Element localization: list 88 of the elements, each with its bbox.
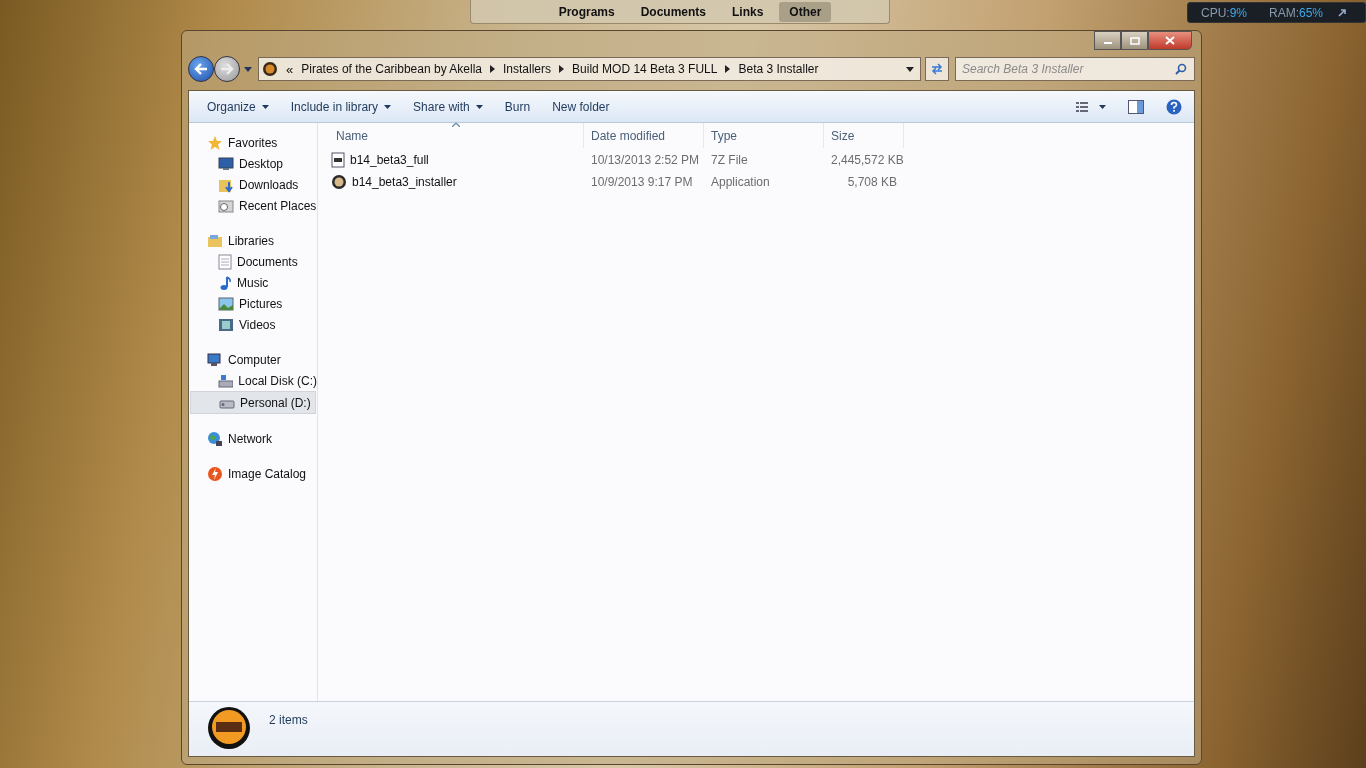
toolbar-button[interactable]: Burn bbox=[494, 95, 541, 118]
archive-file-icon bbox=[331, 151, 345, 168]
dock-tab[interactable]: Documents bbox=[630, 1, 716, 22]
column-header[interactable]: Date modified bbox=[584, 123, 704, 148]
nav-item[interactable]: Videos bbox=[190, 314, 317, 335]
sort-caret-icon bbox=[452, 123, 460, 127]
nav-group[interactable]: Network bbox=[189, 428, 317, 449]
column-header[interactable]: Type bbox=[704, 123, 824, 148]
toolbar-button[interactable]: Organize bbox=[197, 95, 279, 118]
breadcrumb[interactable]: Installers bbox=[503, 62, 552, 76]
dropdown-caret-icon[interactable] bbox=[906, 66, 914, 72]
help-icon bbox=[1166, 98, 1182, 115]
nav-group[interactable]: Computer bbox=[189, 349, 317, 370]
monitor-icon bbox=[218, 156, 234, 171]
breadcrumb[interactable]: Build MOD 14 Beta 3 FULL bbox=[572, 62, 718, 76]
toolbar-button[interactable]: New folder bbox=[542, 95, 620, 118]
table-cell-text: 5,708 KB bbox=[846, 174, 898, 189]
separator-arrow-icon[interactable] bbox=[559, 65, 565, 73]
search-icon[interactable] bbox=[1175, 63, 1187, 75]
ram-value: 65% bbox=[1299, 5, 1324, 20]
back-button[interactable] bbox=[188, 56, 214, 82]
forward-arrow-icon bbox=[220, 63, 234, 75]
music-note-icon bbox=[218, 274, 232, 291]
table-cell-text: 10/9/2013 9:17 PM bbox=[590, 174, 694, 189]
toolbar-button[interactable]: Share with bbox=[403, 95, 493, 118]
nav-item[interactable]: Music bbox=[190, 272, 317, 293]
column-header[interactable]: Name bbox=[329, 123, 584, 148]
separator-arrow-icon[interactable] bbox=[725, 65, 731, 73]
folder-logo-icon bbox=[262, 61, 278, 77]
expand-arrow-icon[interactable] bbox=[1337, 7, 1348, 18]
address-bar[interactable]: « Pirates of the Caribbean by Akella Installers Build MOD 14 Beta 3 FULL Beta 3 Installer bbox=[258, 57, 921, 81]
back-arrow-icon bbox=[194, 63, 208, 75]
maximize-button[interactable] bbox=[1121, 31, 1148, 50]
round-app-icon bbox=[331, 173, 347, 190]
minimize-button[interactable] bbox=[1094, 31, 1121, 50]
film-icon bbox=[218, 317, 234, 332]
dock-tab[interactable]: Links bbox=[722, 1, 774, 22]
close-icon bbox=[1165, 36, 1175, 45]
nav-group[interactable]: Favorites bbox=[189, 132, 317, 153]
breadcrumb[interactable]: Pirates of the Caribbean by Akella bbox=[301, 62, 482, 76]
computer-icon bbox=[207, 352, 223, 367]
document-icon bbox=[218, 253, 232, 270]
forward-button[interactable] bbox=[214, 56, 240, 82]
refresh-button[interactable] bbox=[925, 57, 949, 81]
nav-item[interactable]: Local Disk (C:) bbox=[190, 370, 317, 391]
view-list-icon bbox=[1076, 100, 1106, 113]
star-icon bbox=[207, 134, 223, 151]
column-header[interactable]: Size bbox=[824, 123, 904, 148]
file-name[interactable]: b14_beta3_full bbox=[329, 151, 584, 168]
picture-icon bbox=[218, 296, 234, 311]
breadcrumb[interactable]: Beta 3 Installer bbox=[738, 62, 819, 76]
maximize-icon bbox=[1129, 36, 1140, 45]
nav-item[interactable]: Documents bbox=[190, 251, 317, 272]
caret-icon bbox=[384, 104, 392, 109]
item-count: 2 items bbox=[269, 713, 308, 727]
file-name[interactable]: b14_beta3_installer bbox=[329, 173, 584, 190]
history-caret-icon[interactable] bbox=[244, 66, 252, 72]
folder-clock-icon bbox=[218, 197, 234, 214]
nav-item[interactable]: Pictures bbox=[190, 293, 317, 314]
nav-item[interactable]: Recent Places bbox=[190, 195, 317, 216]
table-cell-text: 10/13/2013 2:52 PM bbox=[590, 152, 701, 167]
lightning-circle-icon bbox=[207, 465, 223, 482]
nav-item[interactable]: Downloads bbox=[190, 174, 317, 195]
nav-group[interactable]: Image Catalog bbox=[189, 463, 317, 484]
caret-icon bbox=[475, 104, 483, 109]
network-globe-icon bbox=[207, 430, 223, 447]
nav-item[interactable]: Desktop bbox=[190, 153, 317, 174]
app-logo-icon bbox=[207, 706, 251, 750]
separator-arrow-icon[interactable] bbox=[490, 65, 495, 73]
close-button[interactable] bbox=[1148, 31, 1192, 50]
search-field[interactable]: Search Beta 3 Installer bbox=[955, 57, 1195, 81]
cpu-value: 9% bbox=[1229, 5, 1247, 20]
dock-tab[interactable]: Programs bbox=[548, 1, 625, 22]
table-cell-text: Application bbox=[710, 174, 771, 189]
table-cell-text: 2,445,572 KB bbox=[830, 152, 904, 167]
preview-pane-icon bbox=[1128, 99, 1144, 114]
ram-label: RAM: bbox=[1269, 5, 1299, 20]
overflow-chevron[interactable]: « bbox=[286, 61, 294, 77]
disk-drive-icon bbox=[218, 372, 234, 389]
library-folder-icon bbox=[207, 232, 223, 249]
caret-icon bbox=[261, 104, 269, 109]
toolbar-button[interactable]: Include in library bbox=[280, 95, 402, 118]
table-cell-text: 7Z File bbox=[710, 152, 749, 167]
dock-tab[interactable]: Other bbox=[779, 1, 832, 22]
nav-group[interactable]: Libraries bbox=[189, 230, 317, 251]
refresh-icon bbox=[930, 63, 944, 75]
nav-item[interactable]: Personal (D:) bbox=[190, 391, 316, 414]
cpu-label: CPU: bbox=[1201, 5, 1230, 20]
